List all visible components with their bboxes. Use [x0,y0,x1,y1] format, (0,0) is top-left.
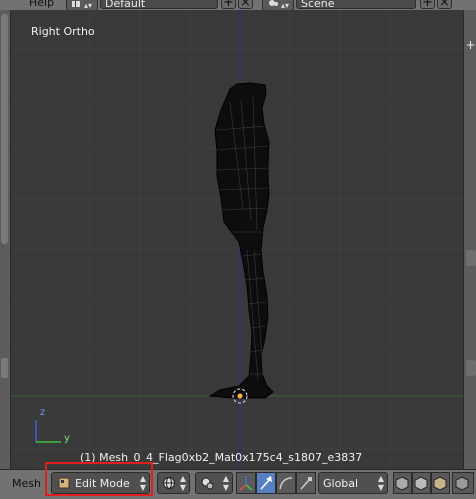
shading-sphere-icon [163,477,175,489]
arrow-icon [260,476,272,490]
chevron-updown-icon: ▲ ▼ [222,474,229,492]
viewport-canvas [11,10,463,469]
mesh-object[interactable] [208,82,274,399]
svg-text:▴▾: ▴▾ [281,1,289,10]
manipulator-toggle[interactable] [236,472,256,494]
layout-grid-icon: ▴▾ [72,1,92,10]
help-menu[interactable]: Help [29,0,54,9]
chevron-updown-icon: ▲ ▼ [377,474,384,492]
pivot-icon [201,477,214,490]
right-region-tab[interactable] [466,360,476,376]
properties-toggle-icon[interactable]: + [465,39,476,51]
z-axis-label: z [40,407,46,418]
add-layout-button[interactable]: + [221,0,236,9]
layer-button-2[interactable] [412,472,431,494]
right-region-tab[interactable] [466,250,476,266]
chevron-updown-icon: ▲ ▼ [179,474,186,492]
view-name-label: Right Ortho [31,25,95,38]
layer-button-4[interactable] [452,472,474,494]
layer-button-1[interactable] [393,472,412,494]
orientation-value: Global [323,477,359,490]
svg-text:▴▾: ▴▾ [84,1,92,10]
right-properties-edge [463,10,476,469]
cube-icon [395,476,409,491]
mode-highlight-box [45,462,153,496]
scene-name-field[interactable]: Scene [296,0,416,9]
scene-icon: ▴▾ [269,0,289,10]
delete-layout-button[interactable]: × [238,0,253,9]
layer-button-3[interactable] [431,472,450,494]
delete-scene-button[interactable]: × [437,0,452,9]
add-scene-button[interactable]: + [420,0,435,9]
pivot-point-selector[interactable]: ▲ ▼ [195,472,233,494]
cube-icon [414,476,428,491]
cube-icon [455,476,469,491]
transform-orientation-selector[interactable]: Global ▲ ▼ [318,472,388,494]
scale-manipulator-button[interactable] [296,472,316,494]
toolshelf-toggle-tab[interactable] [1,358,8,378]
translate-manipulator-button[interactable] [256,472,276,494]
rotate-manipulator-button[interactable] [276,472,296,494]
layout-name-field[interactable]: Default [100,0,218,9]
viewport-shading-selector[interactable]: ▲ ▼ [157,472,190,494]
mesh-menu[interactable]: Mesh [12,477,41,490]
scale-icon [300,477,312,490]
3d-viewport[interactable]: z y [11,10,463,469]
cube-icon [433,476,447,491]
left-scrollbar[interactable] [1,14,8,244]
rotate-arc-icon [279,477,293,490]
transform-axes-icon [239,476,253,491]
y-axis-label: y [64,433,70,444]
